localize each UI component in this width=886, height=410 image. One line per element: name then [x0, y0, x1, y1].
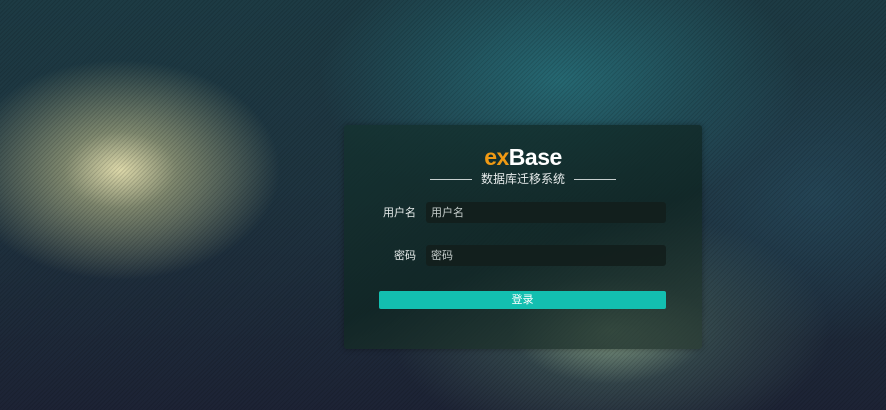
- logo-prefix: ex: [484, 144, 509, 170]
- username-input[interactable]: [426, 202, 666, 223]
- logo-suffix: Base: [508, 144, 562, 170]
- app-logo: exBase: [344, 144, 702, 170]
- app-subtitle: 数据库迁移系统: [480, 172, 565, 186]
- login-button[interactable]: 登录: [379, 291, 666, 309]
- password-input[interactable]: [426, 245, 666, 266]
- username-label: 用户名: [383, 206, 416, 219]
- subtitle-row: 数据库迁移系统: [344, 171, 702, 187]
- subtitle-divider-right: [574, 179, 616, 180]
- password-label: 密码: [394, 249, 416, 262]
- login-panel: exBase 数据库迁移系统 用户名 密码 登录: [344, 125, 702, 349]
